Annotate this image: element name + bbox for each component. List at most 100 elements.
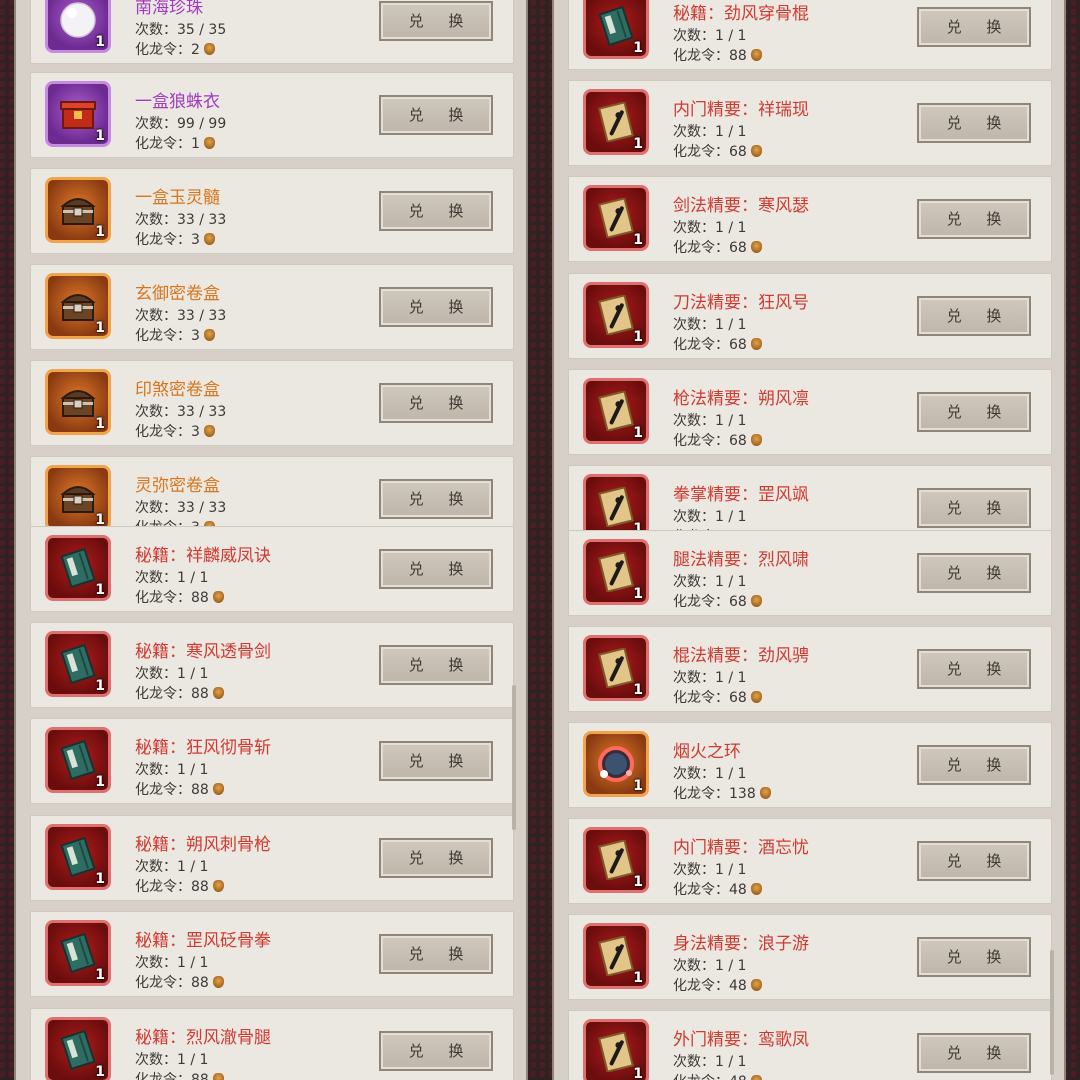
item-name: 腿法精要：烈风啸 bbox=[673, 550, 809, 570]
exchange-button[interactable]: 兑 换 bbox=[917, 1033, 1031, 1073]
exchange-list-right[interactable]: 1 秘籍：劲风穿骨棍 次数：1 / 1 化龙令：88 兑 换 1 内门精要：祥瑞现 次数：1 … bbox=[552, 0, 1066, 1080]
exchange-button[interactable]: 兑 换 bbox=[379, 191, 493, 231]
list-item: 1 秘籍：劲风穿骨棍 次数：1 / 1 化龙令：88 兑 换 bbox=[568, 0, 1052, 70]
exchange-button[interactable]: 兑 换 bbox=[917, 296, 1031, 336]
exchange-cost: 化龙令：68 bbox=[673, 687, 762, 707]
cost-label: 化龙令： bbox=[135, 975, 191, 991]
list-item: 1 剑法精要：寒风瑟 次数：1 / 1 化龙令：68 兑 换 bbox=[568, 176, 1052, 262]
exchange-button[interactable]: 兑 换 bbox=[379, 549, 493, 589]
exchange-button[interactable]: 兑 换 bbox=[379, 645, 493, 685]
count-value: 99 / 99 bbox=[177, 116, 227, 132]
exchange-button[interactable]: 兑 换 bbox=[917, 841, 1031, 881]
dragon-token-icon bbox=[212, 591, 224, 603]
count-label: 次数： bbox=[135, 1052, 177, 1068]
item-icon[interactable]: 1 bbox=[583, 185, 649, 251]
item-icon[interactable]: 1 bbox=[583, 89, 649, 155]
exchange-button[interactable]: 兑 换 bbox=[379, 1031, 493, 1071]
exchange-button[interactable]: 兑 换 bbox=[917, 553, 1031, 593]
item-icon[interactable]: 1 bbox=[583, 635, 649, 701]
exchange-button[interactable]: 兑 换 bbox=[917, 103, 1031, 143]
item-icon[interactable]: 1 bbox=[45, 177, 111, 243]
item-icon[interactable]: 1 bbox=[583, 1019, 649, 1080]
list-item: 1 秘籍：寒风透骨剑 次数：1 / 1 化龙令：88 兑 换 bbox=[30, 622, 514, 708]
item-quantity: 1 bbox=[633, 970, 643, 986]
exchange-button[interactable]: 兑 换 bbox=[917, 392, 1031, 432]
exchange-button[interactable]: 兑 换 bbox=[379, 741, 493, 781]
item-name: 南海珍珠 bbox=[135, 0, 203, 18]
scrollbar-right[interactable] bbox=[1050, 950, 1054, 1075]
count-label: 次数： bbox=[673, 766, 715, 782]
exchange-button[interactable]: 兑 换 bbox=[379, 1, 493, 41]
exchange-button[interactable]: 兑 换 bbox=[379, 287, 493, 327]
exchange-cost: 化龙令：138 bbox=[673, 783, 771, 803]
item-icon[interactable]: 1 bbox=[583, 827, 649, 893]
item-name: 内门精要：酒忘忧 bbox=[673, 838, 809, 858]
scrollbar-left[interactable] bbox=[512, 685, 516, 830]
item-icon[interactable]: 1 bbox=[45, 369, 111, 435]
item-icon[interactable]: 1 bbox=[45, 465, 111, 531]
exchange-cost: 化龙令：68 bbox=[673, 237, 762, 257]
count-value: 1 / 1 bbox=[715, 413, 747, 429]
item-icon[interactable]: 1 bbox=[45, 727, 111, 793]
exchange-button[interactable]: 兑 换 bbox=[917, 488, 1031, 528]
exchange-list-left[interactable]: 1 南海珍珠 次数：35 / 35 化龙令：2 兑 换 1 一盒狼蛛衣 次数：99 / 99 化… bbox=[14, 0, 528, 1080]
list-item: 1 秘籍：狂风彻骨斩 次数：1 / 1 化龙令：88 兑 换 bbox=[30, 718, 514, 804]
item-icon[interactable]: 1 bbox=[583, 731, 649, 797]
item-icon[interactable]: 1 bbox=[45, 824, 111, 890]
item-icon[interactable]: 1 bbox=[583, 539, 649, 605]
item-icon[interactable]: 1 bbox=[45, 535, 111, 601]
exchange-button[interactable]: 兑 换 bbox=[379, 479, 493, 519]
item-quantity: 1 bbox=[95, 1064, 105, 1080]
exchange-count: 次数：35 / 35 bbox=[135, 19, 226, 39]
dragon-token-icon bbox=[212, 880, 224, 892]
count-value: 1 / 1 bbox=[715, 862, 747, 878]
item-icon[interactable]: 1 bbox=[45, 920, 111, 986]
item-quantity: 1 bbox=[95, 416, 105, 432]
exchange-button[interactable]: 兑 换 bbox=[917, 199, 1031, 239]
exchange-button[interactable]: 兑 换 bbox=[379, 934, 493, 974]
item-icon[interactable]: 1 bbox=[583, 923, 649, 989]
exchange-count: 次数：1 / 1 bbox=[135, 663, 208, 683]
count-value: 1 / 1 bbox=[715, 509, 747, 525]
exchange-button[interactable]: 兑 换 bbox=[917, 745, 1031, 785]
item-icon[interactable]: 1 bbox=[45, 273, 111, 339]
item-quantity: 1 bbox=[95, 582, 105, 598]
item-name: 外门精要：鸾歌凤 bbox=[673, 1030, 809, 1050]
dragon-token-icon bbox=[759, 787, 771, 799]
item-name: 秘籍：祥麟威凤诀 bbox=[135, 546, 271, 566]
exchange-button[interactable]: 兑 换 bbox=[917, 649, 1031, 689]
item-icon[interactable]: 1 bbox=[45, 631, 111, 697]
exchange-button[interactable]: 兑 换 bbox=[917, 7, 1031, 47]
cost-label: 化龙令： bbox=[135, 424, 191, 440]
exchange-button[interactable]: 兑 换 bbox=[379, 383, 493, 423]
count-value: 1 / 1 bbox=[715, 1054, 747, 1070]
list-item: 1 枪法精要：朔风凛 次数：1 / 1 化龙令：68 兑 换 bbox=[568, 369, 1052, 455]
cost-label: 化龙令： bbox=[673, 978, 729, 994]
item-icon[interactable]: 1 bbox=[45, 81, 111, 147]
count-label: 次数： bbox=[135, 570, 177, 586]
exchange-button[interactable]: 兑 换 bbox=[379, 838, 493, 878]
exchange-button[interactable]: 兑 换 bbox=[917, 937, 1031, 977]
count-label: 次数： bbox=[135, 955, 177, 971]
item-name: 秘籍：劲风穿骨棍 bbox=[673, 4, 809, 24]
item-name: 枪法精要：朔风凛 bbox=[673, 389, 809, 409]
item-icon[interactable]: 1 bbox=[583, 378, 649, 444]
cost-value: 48 bbox=[729, 978, 747, 994]
item-icon[interactable]: 1 bbox=[45, 0, 111, 53]
list-item: 1 印煞密卷盒 次数：33 / 33 化龙令：3 兑 换 bbox=[30, 360, 514, 446]
exchange-button[interactable]: 兑 换 bbox=[379, 95, 493, 135]
count-label: 次数： bbox=[673, 124, 715, 140]
list-item: 1 刀法精要：狂风号 次数：1 / 1 化龙令：68 兑 换 bbox=[568, 273, 1052, 359]
count-label: 次数： bbox=[135, 212, 177, 228]
item-icon[interactable]: 1 bbox=[45, 1017, 111, 1080]
list-item: 1 秘籍：祥麟威凤诀 次数：1 / 1 化龙令：88 兑 换 bbox=[30, 526, 514, 612]
count-label: 次数： bbox=[673, 1054, 715, 1070]
item-icon[interactable]: 1 bbox=[583, 0, 649, 59]
item-quantity: 1 bbox=[95, 774, 105, 790]
item-icon[interactable]: 1 bbox=[583, 282, 649, 348]
cost-value: 68 bbox=[729, 433, 747, 449]
cost-value: 3 bbox=[191, 424, 200, 440]
count-value: 1 / 1 bbox=[715, 317, 747, 333]
cost-label: 化龙令： bbox=[135, 232, 191, 248]
exchange-count: 次数：1 / 1 bbox=[135, 567, 208, 587]
